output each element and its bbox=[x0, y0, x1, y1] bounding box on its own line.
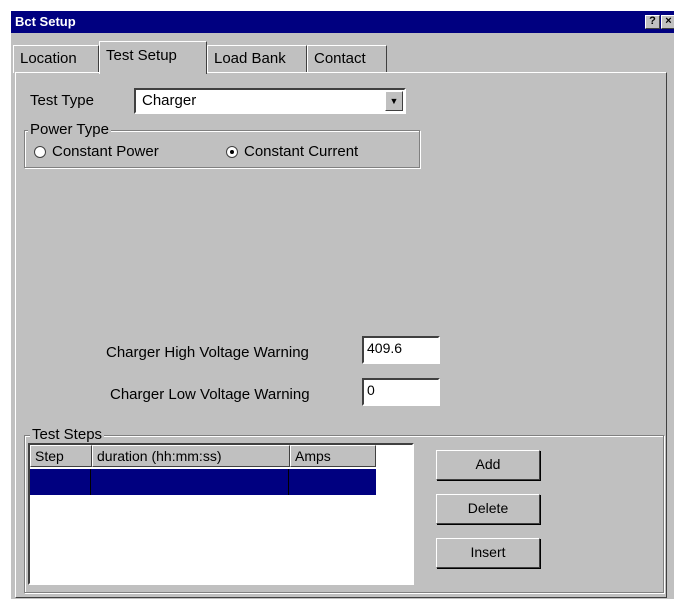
tab-contact[interactable]: Contact bbox=[307, 45, 387, 73]
test-steps-list[interactable]: Step duration (hh:mm:ss) Amps bbox=[28, 443, 414, 585]
power-type-legend: Power Type bbox=[28, 121, 111, 138]
close-button[interactable]: × bbox=[661, 15, 674, 29]
constant-current-label[interactable]: Constant Current bbox=[244, 143, 358, 160]
column-divider bbox=[90, 469, 91, 495]
chevron-down-icon[interactable]: ▼ bbox=[385, 91, 403, 111]
window-title: Bct Setup bbox=[15, 14, 76, 29]
add-button[interactable]: Add bbox=[436, 450, 540, 480]
high-voltage-input[interactable]: 409.6 bbox=[362, 336, 440, 364]
tab-location[interactable]: Location bbox=[13, 45, 99, 73]
test-steps-legend: Test Steps bbox=[30, 426, 105, 443]
tab-test-setup[interactable]: Test Setup bbox=[99, 41, 207, 74]
tab-strip: Location Test Setup Load Bank Contact bbox=[11, 41, 674, 74]
low-voltage-input[interactable]: 0 bbox=[362, 378, 440, 406]
constant-current-radio[interactable] bbox=[226, 146, 238, 158]
delete-button[interactable]: Delete bbox=[436, 494, 540, 524]
low-voltage-label: Charger Low Voltage Warning bbox=[110, 386, 310, 403]
test-type-label: Test Type bbox=[30, 92, 94, 109]
insert-button[interactable]: Insert bbox=[436, 538, 540, 568]
help-button[interactable]: ? bbox=[645, 15, 660, 29]
table-row-selected[interactable] bbox=[30, 469, 376, 495]
column-header-amps[interactable]: Amps bbox=[290, 445, 376, 467]
column-divider bbox=[288, 469, 289, 495]
column-header-step[interactable]: Step bbox=[30, 445, 92, 467]
title-bar: Bct Setup ? × bbox=[11, 11, 674, 33]
test-type-select[interactable]: Charger ▼ bbox=[134, 88, 406, 114]
constant-power-radio[interactable] bbox=[34, 146, 46, 158]
high-voltage-label: Charger High Voltage Warning bbox=[106, 344, 309, 361]
tab-load-bank[interactable]: Load Bank bbox=[207, 45, 307, 73]
test-type-value: Charger bbox=[142, 92, 197, 109]
column-header-duration[interactable]: duration (hh:mm:ss) bbox=[92, 445, 290, 467]
constant-power-label[interactable]: Constant Power bbox=[52, 143, 159, 160]
